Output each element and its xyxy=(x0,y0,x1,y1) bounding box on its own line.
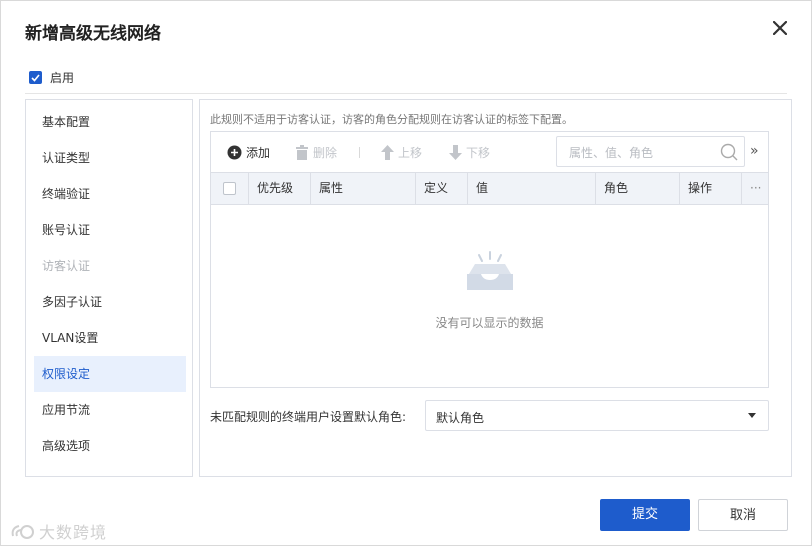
add-button[interactable]: 添加 xyxy=(227,144,270,161)
expand-toolbar-icon[interactable]: » xyxy=(750,143,759,159)
sidebar-item-advanced[interactable]: 高级选项 xyxy=(34,428,186,464)
main-panel: 此规则不适用于访客认证，访客的角色分配规则在访客认证的标签下配置。 添加 删除 … xyxy=(199,99,792,477)
dialog: 新增高级无线网络 启用 基本配置 认证类型 终端验证 账号认证 访客认证 多因子… xyxy=(0,0,812,546)
rule-note: 此规则不适用于访客认证，访客的角色分配规则在访客认证的标签下配置。 xyxy=(210,113,573,126)
move-up-button[interactable]: 上移 xyxy=(381,144,422,161)
cancel-button[interactable]: 取消 xyxy=(698,499,788,531)
column-header-attribute[interactable]: 属性 xyxy=(311,173,416,204)
default-role-label: 未匹配规则的终端用户设置默认角色: xyxy=(210,410,407,424)
sidebar-item-account-auth[interactable]: 账号认证 xyxy=(34,212,186,248)
trash-icon xyxy=(296,145,308,160)
move-down-label: 下移 xyxy=(466,146,491,160)
column-header-role[interactable]: 角色 xyxy=(596,173,680,204)
sidebar-item-basic[interactable]: 基本配置 xyxy=(34,104,186,140)
empty-state-text: 没有可以显示的数据 xyxy=(435,316,544,330)
enable-label: 启用 xyxy=(50,71,75,85)
watermark-logo-icon xyxy=(11,525,34,539)
enable-checkbox-row[interactable]: 启用 xyxy=(29,69,74,86)
close-icon[interactable] xyxy=(769,17,791,39)
column-settings-icon[interactable]: ··· xyxy=(742,173,768,204)
default-role-row: 未匹配规则的终端用户设置默认角色: 默认角色 xyxy=(210,400,769,431)
arrow-up-icon xyxy=(381,145,394,160)
watermark: 大数跨境 xyxy=(9,519,107,543)
search-icon[interactable] xyxy=(720,143,738,161)
toolbar-separator xyxy=(359,147,360,158)
sidebar-item-permissions[interactable]: 权限设定 xyxy=(34,356,186,392)
default-role-value: 默认角色 xyxy=(436,411,485,425)
sidebar-item-vlan[interactable]: VLAN设置 xyxy=(34,320,186,356)
column-header-priority[interactable]: 优先级 xyxy=(249,173,311,204)
sidebar: 基本配置 认证类型 终端验证 账号认证 访客认证 多因子认证 VLAN设置 权限… xyxy=(25,99,193,477)
table-header: 优先级 属性 定义 值 角色 操作 ··· xyxy=(211,172,768,205)
sidebar-item-app-throttle[interactable]: 应用节流 xyxy=(34,392,186,428)
sidebar-item-terminal-verify[interactable]: 终端验证 xyxy=(34,176,186,212)
plus-circle-icon xyxy=(227,145,242,160)
search-input[interactable] xyxy=(557,137,721,168)
default-role-select[interactable]: 默认角色 xyxy=(425,400,769,431)
move-down-button[interactable]: 下移 xyxy=(449,144,490,161)
watermark-text: 大数跨境 xyxy=(39,523,108,542)
column-header-value[interactable]: 值 xyxy=(468,173,596,204)
grid-toolbar: 添加 删除 上移 下移 » xyxy=(211,132,768,172)
add-label: 添加 xyxy=(246,146,271,160)
dialog-title: 新增高级无线网络 xyxy=(25,24,161,44)
chevron-down-icon xyxy=(748,413,756,418)
delete-button[interactable]: 删除 xyxy=(295,144,337,161)
empty-inbox-icon xyxy=(463,250,517,298)
rules-grid: 添加 删除 上移 下移 » xyxy=(210,131,769,388)
column-header-definition[interactable]: 定义 xyxy=(416,173,468,204)
move-up-label: 上移 xyxy=(398,146,423,160)
submit-button[interactable]: 提交 xyxy=(600,499,690,531)
column-header-actions: 操作 xyxy=(680,173,742,204)
sidebar-item-mfa[interactable]: 多因子认证 xyxy=(34,284,186,320)
sidebar-item-guest-auth: 访客认证 xyxy=(42,259,91,273)
arrow-down-icon xyxy=(449,145,462,160)
delete-label: 删除 xyxy=(313,146,338,160)
divider xyxy=(25,93,787,94)
enable-checkbox[interactable] xyxy=(29,71,42,84)
select-all-cell xyxy=(211,173,249,204)
search-box xyxy=(556,136,745,168)
select-all-checkbox[interactable] xyxy=(223,182,236,195)
sidebar-item-auth-type[interactable]: 认证类型 xyxy=(34,140,186,176)
